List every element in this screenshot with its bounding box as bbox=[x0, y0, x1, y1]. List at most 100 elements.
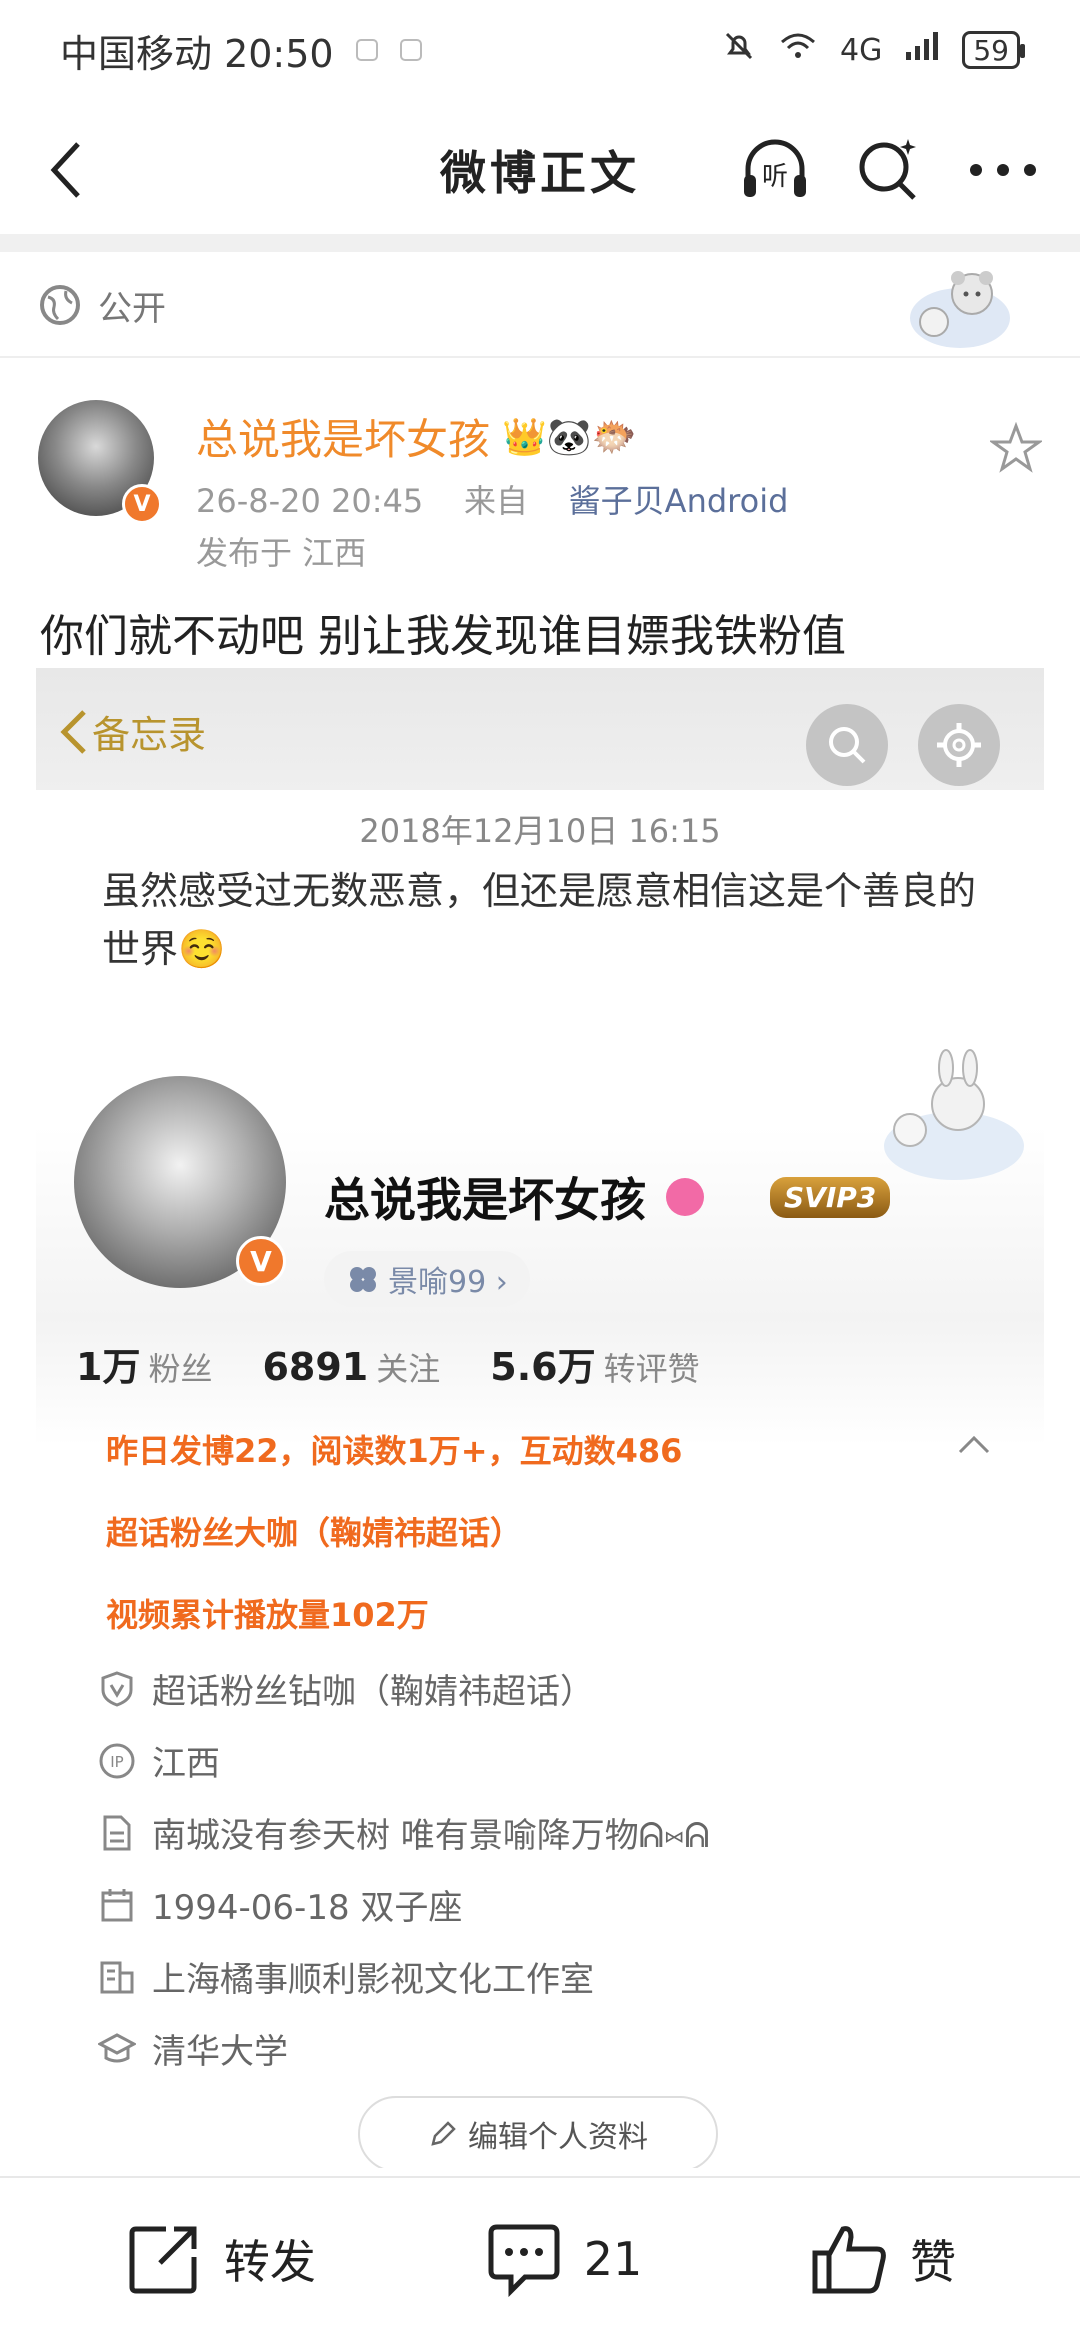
stat-label: 粉丝 bbox=[148, 1350, 213, 1388]
fan-tag-label: 景喻99 › bbox=[388, 1265, 508, 1300]
info-text: 上海橘事顺利影视文化工作室 bbox=[152, 1960, 594, 2000]
status-bar: 中国移动 20:50 4G 59 bbox=[0, 0, 1080, 100]
like-button[interactable]: 赞 bbox=[810, 2219, 956, 2299]
stat-interactions: 5.6万 转评赞 bbox=[490, 1336, 699, 1391]
from-prefix: 来自 bbox=[463, 482, 528, 520]
nav-actions: 听 bbox=[738, 133, 1040, 207]
star-icon bbox=[990, 422, 1042, 473]
share-icon bbox=[124, 2219, 204, 2299]
author-name-text: 总说我是坏女孩 bbox=[196, 415, 491, 464]
info-row: IP 江西 bbox=[98, 1736, 220, 1785]
search-button[interactable] bbox=[852, 133, 926, 207]
info-text: 清华大学 bbox=[152, 2032, 288, 2072]
profile-name: 总说我是坏女孩 SVIP3 bbox=[324, 1164, 891, 1230]
document-icon bbox=[98, 1814, 136, 1852]
gear-icon bbox=[937, 723, 981, 767]
battery-level: 59 bbox=[973, 33, 1009, 67]
ip-icon: IP bbox=[98, 1742, 136, 1780]
favorite-button[interactable] bbox=[984, 416, 1048, 480]
status-left: 中国移动 20:50 bbox=[60, 23, 422, 78]
globe-icon bbox=[40, 285, 80, 325]
bottom-action-bar: 转发 21 赞 bbox=[0, 2176, 1080, 2340]
author-emojis: 👑🐼🐡 bbox=[502, 416, 637, 458]
edit-profile-button: 编辑个人资料 bbox=[358, 2096, 718, 2168]
wifi-icon bbox=[778, 30, 818, 70]
info-row: 超话粉丝钻咖（鞠婧祎超话） bbox=[98, 1664, 594, 1713]
stat-followers: 1万 粉丝 bbox=[76, 1336, 212, 1391]
headphones-icon: 听 bbox=[744, 139, 806, 197]
highlight-line: 视频累计播放量102万 bbox=[106, 1596, 429, 1634]
like-label: 赞 bbox=[910, 2235, 957, 2289]
stat-following: 6891 关注 bbox=[262, 1344, 440, 1390]
network-type: 4G bbox=[840, 32, 883, 68]
search-icon bbox=[829, 727, 866, 764]
notification-icon bbox=[399, 39, 422, 61]
stat-value: 6891 bbox=[262, 1345, 369, 1389]
post-meta: 26-8-20 20:45 来自 酱子贝Android bbox=[196, 476, 788, 522]
memo-header: 备忘录 bbox=[36, 668, 1044, 790]
comment-button[interactable]: 21 bbox=[484, 2219, 643, 2299]
memo-settings bbox=[918, 704, 1000, 786]
post-date: 26-8-20 20:45 bbox=[196, 482, 424, 520]
bear-sticker-icon bbox=[910, 271, 1010, 348]
search-icon bbox=[859, 139, 916, 200]
info-text: 超话粉丝钻咖（鞠婧祎超话） bbox=[152, 1672, 594, 1712]
post-image[interactable]: 备忘录 2018年12月10日 16:15 虽然感受过无数恶意，但还是愿意相信这… bbox=[36, 668, 1044, 2168]
stat-label: 转评赞 bbox=[603, 1350, 700, 1388]
listen-label: 听 bbox=[762, 162, 788, 192]
stat-value: 1万 bbox=[76, 1345, 141, 1389]
memo-text: 虽然感受过无数恶意，但还是愿意相信这是个善良的世界☺️ bbox=[102, 869, 977, 971]
info-row: 上海橘事顺利影视文化工作室 bbox=[98, 1952, 594, 2001]
memo-date: 2018年12月10日 16:15 bbox=[359, 812, 721, 850]
profile-name-text: 总说我是坏女孩 bbox=[324, 1173, 646, 1227]
nav-bar: 微博正文 听 bbox=[0, 110, 1080, 230]
chevron-left-icon bbox=[60, 709, 86, 754]
visibility-row: 公开 bbox=[0, 254, 1080, 358]
edit-profile-label: 编辑个人资料 bbox=[468, 2120, 648, 2155]
fan-tag: 景喻99 › bbox=[324, 1251, 530, 1307]
bunny-sticker-icon bbox=[884, 1049, 1024, 1180]
more-icon bbox=[970, 164, 1036, 176]
info-text: 江西 bbox=[152, 1744, 220, 1784]
divider bbox=[0, 234, 1080, 252]
post-text: 你们就不动吧 别让我发现谁目嫖我铁粉值 bbox=[40, 611, 846, 662]
stat-label: 关注 bbox=[376, 1350, 441, 1388]
calendar-icon bbox=[98, 1886, 136, 1924]
comment-count: 21 bbox=[583, 2232, 643, 2286]
more-button[interactable] bbox=[966, 133, 1040, 207]
repost-button[interactable]: 转发 bbox=[124, 2219, 316, 2299]
company-icon bbox=[98, 1958, 136, 1996]
notification-icon bbox=[355, 39, 378, 61]
repost-label: 转发 bbox=[223, 2235, 316, 2289]
svg-text:IP: IP bbox=[110, 1753, 123, 1771]
post-location: 发布于 江西 bbox=[196, 534, 367, 572]
info-text: 南城没有参天树 唯有景喻降万物ᕱ⑅︎ᕱ bbox=[152, 1816, 710, 1856]
pencil-icon bbox=[431, 2121, 456, 2146]
status-right: 4G 59 bbox=[722, 29, 1025, 71]
school-icon bbox=[98, 2030, 136, 2068]
post-source[interactable]: 酱子贝Android bbox=[569, 482, 789, 520]
comment-icon bbox=[484, 2219, 564, 2299]
highlight-line: 超话粉丝大咖（鞠婧祎超话） bbox=[106, 1514, 523, 1552]
memo-search bbox=[806, 704, 888, 786]
highlight-line: 昨日发博22，阅读数1万+，互动数486 bbox=[106, 1432, 683, 1470]
thumbs-up-icon bbox=[810, 2219, 890, 2299]
verified-icon: V bbox=[122, 484, 162, 524]
info-row: 1994-06-18 双子座 bbox=[98, 1880, 462, 1929]
stat-value: 5.6万 bbox=[490, 1345, 596, 1389]
signal-icon bbox=[904, 30, 940, 70]
carrier-time: 中国移动 20:50 bbox=[60, 31, 334, 76]
verified-icon: V bbox=[236, 1236, 286, 1286]
profile-card: V 总说我是坏女孩 SVIP3 景喻99 › 1万 粉丝 6891 关注 5.6万转… bbox=[36, 1046, 1044, 2072]
post-header: V 总说我是坏女孩 👑🐼🐡 26-8-20 20:45 来自 酱子贝Androi… bbox=[38, 400, 1048, 580]
clover-icon bbox=[350, 1267, 376, 1292]
mute-icon bbox=[722, 29, 756, 71]
listen-button[interactable]: 听 bbox=[738, 133, 812, 207]
profile-stats: 1万 粉丝 6891 关注 5.6万 转评赞 bbox=[76, 1336, 700, 1391]
info-row: 清华大学 bbox=[98, 2024, 288, 2073]
info-text: 1994-06-18 双子座 bbox=[152, 1888, 463, 1928]
memo-back-label: 备忘录 bbox=[92, 713, 207, 757]
member-badge-icon bbox=[666, 1178, 704, 1216]
author-name[interactable]: 总说我是坏女孩 👑🐼🐡 bbox=[196, 406, 637, 467]
info-row: 南城没有参天树 唯有景喻降万物ᕱ⑅︎ᕱ bbox=[98, 1808, 710, 1857]
